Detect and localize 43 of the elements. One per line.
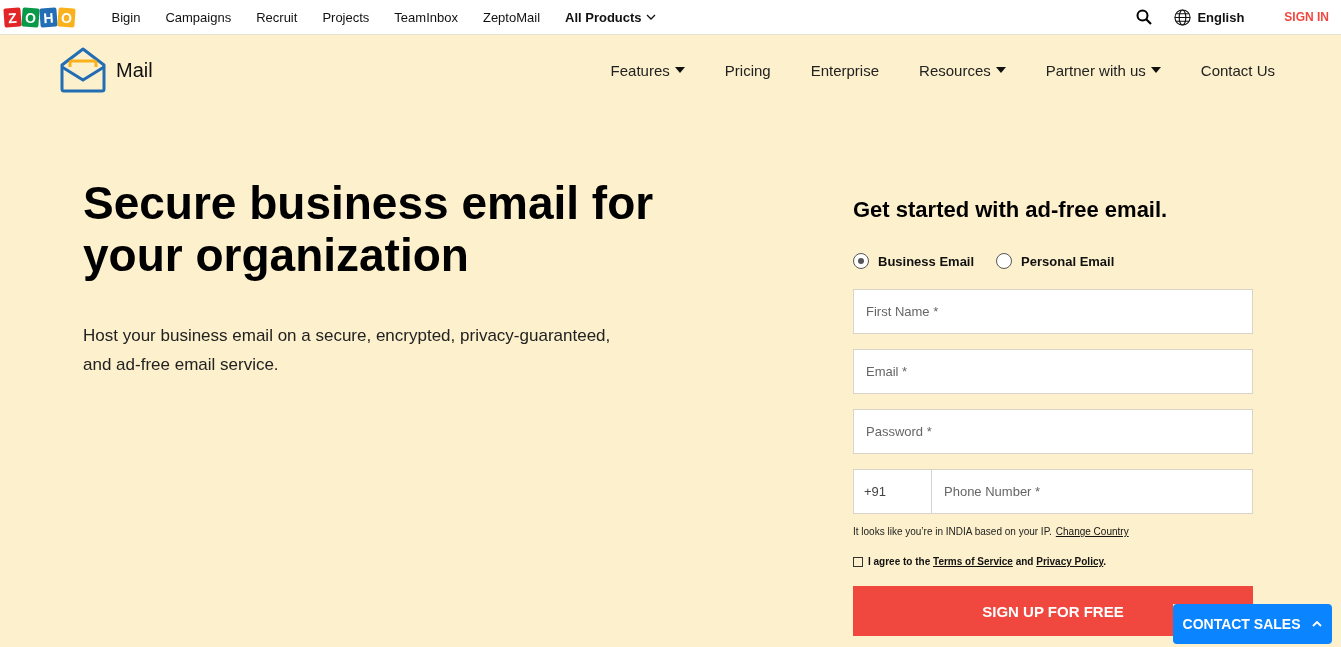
input-field[interactable]: First Name * xyxy=(853,289,1253,334)
change-country-link[interactable]: Change Country xyxy=(1055,526,1129,537)
nav-link[interactable]: Pricing xyxy=(724,61,771,79)
radio-button[interactable] xyxy=(853,253,869,269)
mail-logo-icon[interactable] xyxy=(60,47,106,93)
account-type-option[interactable]: Personal Email xyxy=(996,253,1115,269)
sign-in-link[interactable]: SIGN IN xyxy=(1284,10,1329,24)
product-link[interactable]: Campaigns xyxy=(165,9,232,25)
nav-menu[interactable]: Features xyxy=(610,61,685,79)
zoho-logo[interactable]: Z O H O xyxy=(4,7,75,27)
nav-menu[interactable]: Resources xyxy=(919,61,1006,79)
sign-up-button[interactable]: SIGN UP FOR FREE xyxy=(853,586,1173,636)
chevron-up-icon xyxy=(1312,621,1323,627)
chevron-icon xyxy=(645,14,656,20)
globe-icon xyxy=(1174,8,1192,26)
product-link[interactable]: Recruit xyxy=(256,9,298,25)
language-selector[interactable]: English xyxy=(1174,8,1245,26)
search-icon[interactable] xyxy=(1136,9,1153,25)
policy-link[interactable]: Terms of Service xyxy=(933,556,1013,567)
agreement-text: I agree to the Terms of Service and Privacy Policy. xyxy=(868,556,1107,567)
location-note: It looks like you’re in INDIA based on your IP. xyxy=(853,526,1052,537)
radio-button[interactable] xyxy=(996,253,1013,269)
product-link[interactable]: TeamInbox xyxy=(394,9,458,25)
hero-subtitle: Host your business email on a secure, encrypted, privacy-guaranteed, and ad-free email service. xyxy=(83,325,612,376)
product-link[interactable]: ZeptoMail xyxy=(482,9,540,25)
account-type-option[interactable]: Business Email xyxy=(853,253,975,269)
contact-sales-button[interactable]: CONTACT SALES xyxy=(1173,604,1332,644)
hero-title: Secure business email for your organization xyxy=(83,177,655,281)
input-field[interactable]: Email * xyxy=(853,349,1253,394)
product-link[interactable]: Projects xyxy=(322,9,370,25)
caret-icon xyxy=(995,67,1006,73)
product-link[interactable]: Bigin xyxy=(111,9,141,25)
nav-link[interactable]: Enterprise xyxy=(810,61,880,79)
caret-icon xyxy=(674,67,685,73)
nav-menu[interactable]: Partner with us xyxy=(1045,61,1161,79)
phone-field[interactable]: +91 Phone Number * xyxy=(853,469,1253,514)
agree-checkbox[interactable] xyxy=(853,556,863,567)
caret-icon xyxy=(1150,67,1161,73)
brand-name: Mail xyxy=(116,58,153,82)
input-field[interactable]: Password * xyxy=(853,409,1253,454)
products-menu[interactable]: All Products xyxy=(565,9,656,25)
form-title: Get started with ad-free email. xyxy=(853,197,1169,223)
nav-link[interactable]: Contact Us xyxy=(1200,61,1275,79)
